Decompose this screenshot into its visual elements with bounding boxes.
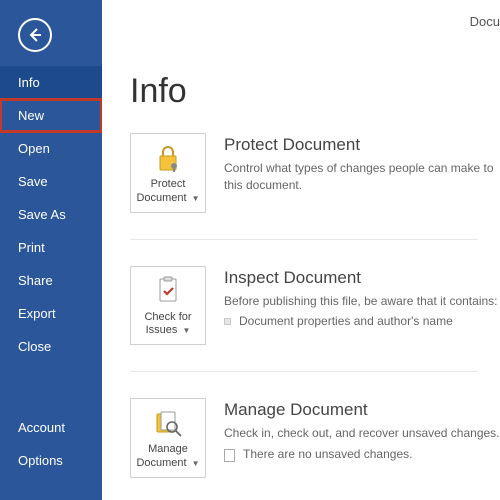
back-arrow-icon (27, 27, 43, 43)
bullet-text: There are no unsaved changes. (243, 447, 412, 461)
tile-icon-wrap (152, 275, 184, 307)
section-text: Before publishing this file, be aware th… (224, 293, 500, 310)
tile-label: Manage Document ▼ (135, 443, 201, 471)
dropdown-caret-icon: ▼ (192, 194, 200, 203)
back-button[interactable] (18, 18, 52, 52)
sidebar-item-share[interactable]: Share (0, 264, 102, 297)
info-section: Check for Issues ▼ Inspect Document Before… (130, 266, 500, 346)
section-heading: Manage Document (224, 400, 500, 420)
tile-icon-wrap (152, 142, 184, 174)
dropdown-caret-icon: ▼ (192, 459, 200, 468)
sidebar-item-save[interactable]: Save (0, 165, 102, 198)
dropdown-caret-icon: ▼ (182, 326, 190, 335)
info-section: Protect Document ▼ Protect Document Contro… (130, 133, 500, 213)
sidebar-item-print[interactable]: Print (0, 231, 102, 264)
section-text: Control what types of changes people can… (224, 160, 500, 194)
titlebar-fragment: Docu (470, 14, 500, 29)
section-description: Manage Document Check in, check out, and … (224, 398, 500, 465)
lock-icon (152, 142, 184, 174)
section-heading: Inspect Document (224, 268, 500, 288)
tile-label: Check for Issues ▼ (135, 311, 201, 339)
document-icon (224, 449, 235, 462)
check-for-issues-tile[interactable]: Check for Issues ▼ (130, 266, 206, 346)
sidebar-footer: AccountOptions (0, 411, 102, 477)
sidebar-item-open[interactable]: Open (0, 132, 102, 165)
protect-document-tile[interactable]: Protect Document ▼ (130, 133, 206, 213)
section-divider (130, 371, 478, 372)
info-sections: Protect Document ▼ Protect Document Contro… (130, 133, 500, 478)
sidebar-spacer (0, 363, 102, 411)
sidebar-item-export[interactable]: Export (0, 297, 102, 330)
sidebar-item-close[interactable]: Close (0, 330, 102, 363)
sidebar-item-new[interactable]: New (0, 99, 102, 132)
section-description: Inspect Document Before publishing this f… (224, 266, 500, 332)
inspect-icon (152, 275, 184, 307)
bullet-list: Document properties and author's name (224, 314, 500, 328)
section-description: Protect Document Control what types of ch… (224, 133, 500, 194)
bullet-list: There are no unsaved changes. (224, 447, 500, 462)
sidebar-item-save-as[interactable]: Save As (0, 198, 102, 231)
manage-document-tile[interactable]: Manage Document ▼ (130, 398, 206, 478)
sidebar-item-account[interactable]: Account (0, 411, 102, 444)
manage-icon (152, 407, 184, 439)
sidebar-nav: InfoNewOpenSaveSave AsPrintShareExportCl… (0, 66, 102, 363)
section-text: Check in, check out, and recover unsaved… (224, 425, 500, 442)
main-panel: Docu Info Protect Document ▼Protect Docu… (102, 0, 500, 500)
info-section: Manage Document ▼ Manage Document Check in… (130, 398, 500, 478)
bullet-text: Document properties and author's name (239, 314, 453, 328)
sidebar: InfoNewOpenSaveSave AsPrintShareExportCl… (0, 0, 102, 500)
page-title: Info (130, 72, 500, 111)
backstage-view: InfoNewOpenSaveSave AsPrintShareExportCl… (0, 0, 500, 500)
section-divider (130, 239, 478, 240)
bullet-item: Document properties and author's name (224, 314, 500, 328)
bullet-item: There are no unsaved changes. (224, 447, 500, 462)
tile-icon-wrap (152, 407, 184, 439)
sidebar-item-info[interactable]: Info (0, 66, 102, 99)
section-heading: Protect Document (224, 135, 500, 155)
sidebar-item-options[interactable]: Options (0, 444, 102, 477)
tile-label: Protect Document ▼ (135, 178, 201, 206)
bullet-square-icon (224, 318, 231, 325)
